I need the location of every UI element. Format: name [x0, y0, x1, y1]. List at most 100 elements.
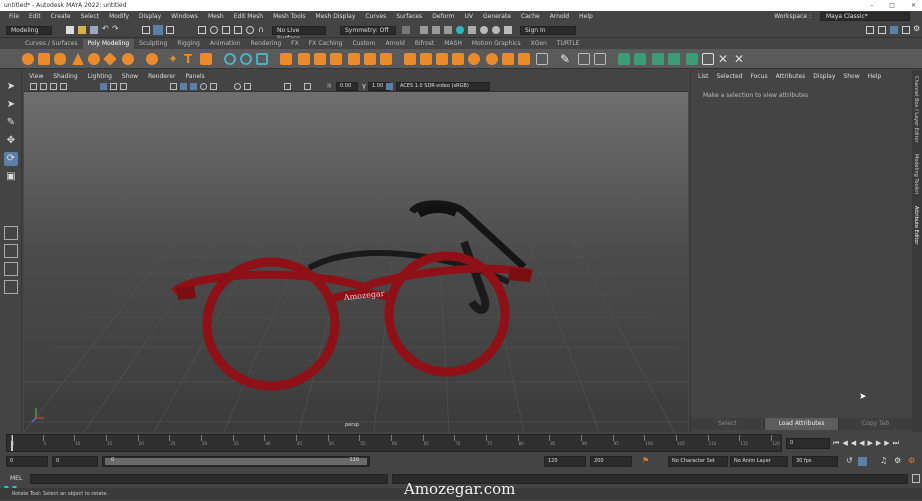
ae-menu-display[interactable]: Display — [809, 73, 839, 80]
ambient-occlusion-icon[interactable] — [234, 83, 241, 90]
panel-menu-show[interactable]: Show — [117, 72, 143, 82]
ae-menu-selected[interactable]: Selected — [713, 73, 747, 80]
tab-xgen[interactable]: XGen — [526, 39, 552, 49]
render-frame-icon[interactable] — [420, 26, 428, 34]
menu-create[interactable]: Create — [46, 13, 76, 20]
step-back-frame-icon[interactable]: ◀ — [851, 439, 856, 447]
smooth-icon[interactable] — [280, 53, 292, 65]
exposure-field[interactable]: 0.00 — [336, 82, 358, 91]
bookmarks-icon[interactable] — [50, 83, 57, 90]
menu-modify[interactable]: Modify — [104, 13, 134, 20]
scale-tool-icon[interactable]: ▣ — [4, 170, 18, 184]
arnold-rv-icon[interactable] — [504, 26, 512, 34]
outliner-icon[interactable] — [4, 280, 18, 294]
perspective-viewport[interactable]: Amozegar persp — [24, 92, 688, 432]
tab-poly-modeling[interactable]: Poly Modeling — [82, 39, 135, 49]
xray-icon[interactable] — [304, 83, 311, 90]
playback-end-field[interactable]: 120 — [544, 456, 586, 467]
panel-menu-view[interactable]: View — [24, 72, 48, 82]
panel-menu-panels[interactable]: Panels — [180, 72, 209, 82]
maximize-icon[interactable]: □ — [889, 0, 895, 11]
panel-menu-renderer[interactable]: Renderer — [143, 72, 180, 82]
uv-automatic-icon[interactable] — [668, 53, 680, 65]
merge-icon[interactable] — [452, 53, 464, 65]
undo-icon[interactable]: ↶ — [102, 24, 109, 33]
menu-windows[interactable]: Windows — [166, 13, 203, 20]
uv-spherical-icon[interactable] — [652, 53, 664, 65]
render-view-icon[interactable] — [468, 26, 476, 34]
loop-icon[interactable]: ↺ — [846, 456, 853, 465]
range-slider[interactable]: 0 120 — [102, 456, 370, 467]
ae-copy-tab-button[interactable]: Copy Tab — [839, 418, 913, 430]
colorspace-dropdown[interactable]: ACES 1.0 SDR-video (sRGB) — [396, 82, 490, 91]
step-forward-frame-icon[interactable]: ▶ — [876, 439, 881, 447]
image-plane-icon[interactable] — [60, 83, 67, 90]
magnet-icon[interactable]: ∩ — [258, 25, 264, 34]
lights-icon[interactable] — [200, 83, 207, 90]
snap-grid-icon[interactable] — [198, 26, 206, 34]
poly-plane-icon[interactable] — [103, 52, 117, 66]
select-hierarchy-icon[interactable] — [142, 26, 150, 34]
side-tab-attribute-editor[interactable]: Attribute Editor — [913, 206, 919, 244]
anim-prefs-icon[interactable]: ⚙ — [894, 456, 901, 465]
minimize-icon[interactable]: – — [870, 0, 873, 11]
panel-menu-shading[interactable]: Shading — [48, 72, 82, 82]
bevel-icon[interactable] — [436, 53, 448, 65]
history-icon[interactable] — [402, 26, 410, 34]
select-tool-icon[interactable]: ➤ — [4, 80, 18, 94]
attribute-editor-toggle-icon[interactable] — [878, 26, 886, 34]
wedge-icon[interactable] — [518, 53, 530, 65]
menu-help[interactable]: Help — [574, 13, 598, 20]
ae-menu-attributes[interactable]: Attributes — [772, 73, 810, 80]
ae-menu-help[interactable]: Help — [864, 73, 886, 80]
play-forwards-icon[interactable]: ▶ — [867, 439, 872, 447]
menu-mesh[interactable]: Mesh — [203, 13, 229, 20]
retopologize-icon[interactable] — [330, 53, 342, 65]
channel-box-toggle-icon[interactable] — [902, 26, 910, 34]
poly-disc-icon[interactable] — [122, 53, 134, 65]
poke-icon[interactable] — [502, 53, 514, 65]
rotate-tool-icon[interactable]: ⟳ — [4, 152, 18, 166]
menuset-dropdown[interactable]: Modeling — [6, 26, 52, 35]
merge-to-center-icon[interactable] — [468, 53, 480, 65]
poly-cylinder-icon[interactable] — [54, 53, 66, 65]
menu-uv[interactable]: UV — [460, 13, 479, 20]
step-forward-key-icon[interactable]: ▶ — [884, 439, 889, 447]
settings-gear-icon[interactable]: ⚙ — [913, 24, 920, 33]
camera-select-icon[interactable] — [30, 83, 37, 90]
poly-torus-icon[interactable] — [88, 53, 100, 65]
side-tab-modeling-toolkit[interactable]: Modeling Toolkit — [913, 154, 919, 194]
lasso-tool-icon[interactable]: ➤ — [4, 98, 18, 112]
hypershade-icon[interactable] — [456, 26, 464, 34]
append-polygon-icon[interactable] — [364, 53, 376, 65]
sign-in-button[interactable]: Sign In — [520, 26, 576, 35]
uv-cylindrical-icon[interactable] — [634, 53, 646, 65]
paint-select-tool-icon[interactable]: ✎ — [4, 116, 18, 130]
render-settings-icon[interactable] — [444, 26, 452, 34]
resolution-gate-icon[interactable] — [120, 83, 127, 90]
sound-icon[interactable]: ♫ — [880, 456, 887, 465]
snap-view-icon[interactable] — [234, 26, 242, 34]
poly-cone-icon[interactable] — [72, 53, 84, 65]
menu-display[interactable]: Display — [134, 13, 166, 20]
fill-hole-icon[interactable] — [348, 53, 360, 65]
key-mode-icon[interactable] — [858, 457, 867, 466]
menu-file[interactable]: File — [4, 13, 24, 20]
tab-rendering[interactable]: Rendering — [246, 39, 287, 49]
menu-mesh-display[interactable]: Mesh Display — [311, 13, 361, 20]
sweep-mesh-icon[interactable]: ✦ — [168, 53, 180, 65]
arnold-render-icon[interactable] — [480, 26, 488, 34]
script-editor-icon[interactable] — [912, 474, 920, 483]
separate-icon[interactable] — [240, 53, 252, 65]
menu-select[interactable]: Select — [76, 13, 105, 20]
panel-menu-lighting[interactable]: Lighting — [83, 72, 117, 82]
character-set-dropdown[interactable]: No Character Set — [668, 456, 728, 467]
poly-cube-icon[interactable] — [38, 53, 50, 65]
tool-settings-toggle-icon[interactable] — [890, 26, 898, 34]
gamma-icon[interactable]: γ — [362, 82, 366, 90]
fps-dropdown[interactable]: 30 fps — [792, 456, 838, 467]
current-frame-field[interactable]: 0 — [786, 437, 830, 449]
menu-cache[interactable]: Cache — [516, 13, 545, 20]
workspace-dropdown[interactable]: Maya Classic* — [820, 12, 910, 21]
reduce-icon[interactable] — [298, 53, 310, 65]
